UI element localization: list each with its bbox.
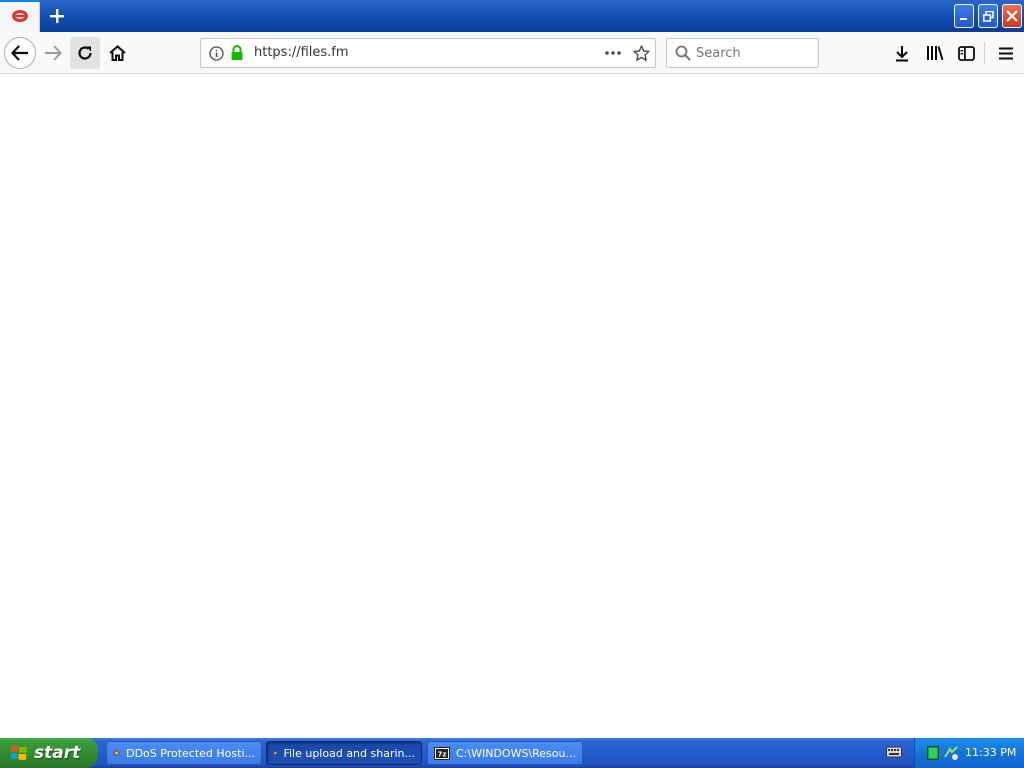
- hamburger-menu-icon: [999, 47, 1013, 59]
- reload-icon: [78, 46, 92, 60]
- download-arrow-icon: [896, 45, 908, 61]
- taskbar-item-file-upload[interactable]: File upload and sharin...: [266, 741, 422, 765]
- taskbar-item-label: File upload and sharin...: [283, 746, 415, 760]
- windows-logo-icon: [10, 745, 27, 760]
- address-bar[interactable]: https://files.fm: [200, 38, 656, 68]
- home-button[interactable]: [102, 37, 132, 69]
- keyboard-icon[interactable]: [886, 745, 902, 759]
- minimize-button[interactable]: [954, 4, 974, 28]
- downloads-button[interactable]: [888, 37, 916, 69]
- firefox-icon: [273, 751, 278, 755]
- back-button[interactable]: [4, 37, 36, 69]
- start-label: start: [34, 743, 81, 763]
- more-dots-icon: [605, 51, 621, 55]
- sidebar-icon: [957, 45, 975, 61]
- title-bar: [0, 0, 1024, 32]
- close-icon: [1006, 10, 1018, 22]
- page-actions-button[interactable]: [601, 43, 625, 63]
- taskbar: start DDoS Protected Hosti... File uploa…: [0, 738, 1024, 768]
- minimize-icon: [960, 18, 967, 20]
- info-icon[interactable]: [209, 46, 224, 61]
- taskbar-item-label: C:\WINDOWS\Resou...: [456, 746, 576, 760]
- browser-tab[interactable]: [0, 0, 40, 32]
- toolbar-separator: [984, 42, 985, 64]
- bookmark-button[interactable]: [630, 43, 652, 63]
- taskbar-clock[interactable]: 11:33 PM: [965, 746, 1016, 759]
- site-favicon-icon: [11, 10, 28, 22]
- lock-icon[interactable]: [230, 45, 244, 61]
- system-tray: 11:33 PM: [914, 738, 1024, 768]
- page-content: [0, 75, 1024, 738]
- star-icon: [632, 44, 650, 61]
- taskbar-item-label: DDoS Protected Hosti...: [126, 746, 255, 760]
- library-button[interactable]: [920, 37, 950, 69]
- search-icon: [675, 45, 691, 61]
- new-tab-button[interactable]: [42, 3, 72, 29]
- start-button[interactable]: start: [0, 738, 98, 768]
- close-button[interactable]: [1002, 4, 1022, 28]
- firefox-icon: [113, 749, 120, 757]
- reload-button[interactable]: [70, 37, 100, 69]
- restore-button[interactable]: [978, 4, 998, 28]
- menu-button[interactable]: [992, 37, 1020, 69]
- tray-app-icon[interactable]: [927, 746, 939, 760]
- forward-button[interactable]: [38, 37, 68, 69]
- url-text[interactable]: https://files.fm: [254, 45, 349, 60]
- taskbar-item-7zip-windows-resources[interactable]: 7z C:\WINDOWS\Resou...: [427, 741, 583, 765]
- library-icon: [927, 46, 944, 61]
- network-icon[interactable]: [943, 745, 959, 761]
- sidebar-toggle-button[interactable]: [952, 37, 980, 69]
- search-bar[interactable]: [666, 38, 819, 68]
- taskbar-item-ddos-hosting[interactable]: DDoS Protected Hosti...: [106, 741, 262, 765]
- svg-text:7z: 7z: [438, 750, 447, 758]
- forward-arrow-icon: [45, 45, 62, 61]
- home-icon: [108, 45, 126, 61]
- plus-icon: [50, 9, 64, 23]
- back-arrow-icon: [11, 45, 28, 61]
- search-input[interactable]: [696, 42, 814, 64]
- restore-icon: [982, 10, 994, 22]
- 7zip-icon: 7z: [434, 746, 450, 760]
